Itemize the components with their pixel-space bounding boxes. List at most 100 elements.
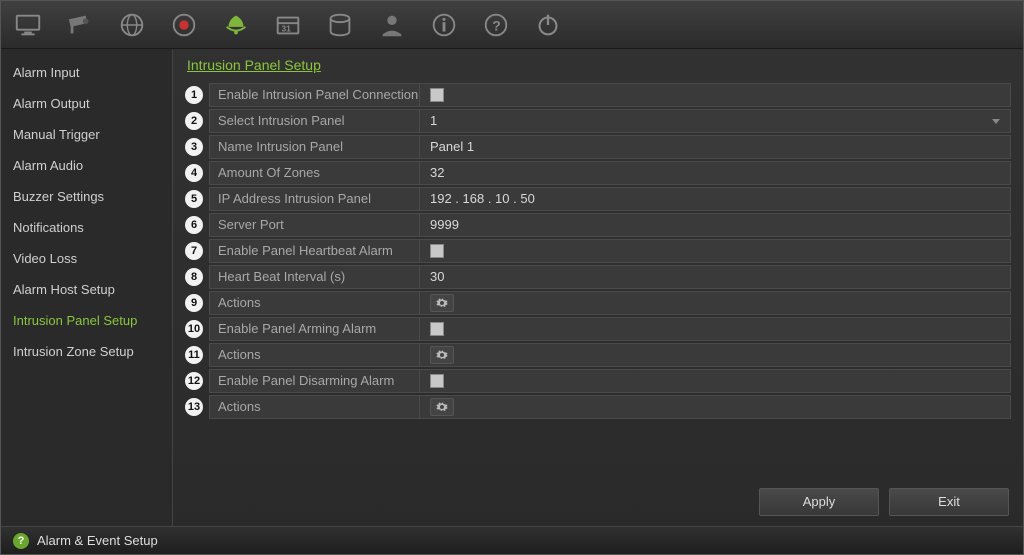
row-label: Actions bbox=[209, 291, 419, 315]
page-title: Intrusion Panel Setup bbox=[185, 57, 1011, 83]
app-window: 31 ? Alarm Input Alarm Output Manual Trigg… bbox=[0, 0, 1024, 555]
row-number-badge: 1 bbox=[185, 86, 203, 104]
exit-button[interactable]: Exit bbox=[889, 488, 1009, 516]
alarm-icon[interactable] bbox=[215, 6, 257, 44]
sidebar-item-label: Alarm Input bbox=[13, 65, 79, 80]
main-panel: Intrusion Panel Setup 1Enable Intrusion … bbox=[173, 49, 1023, 526]
sidebar-item-intrusion-zone-setup[interactable]: Intrusion Zone Setup bbox=[1, 336, 172, 367]
form-row: 11 Actions bbox=[185, 343, 1011, 367]
sidebar-item-intrusion-panel-setup[interactable]: Intrusion Panel Setup bbox=[1, 305, 172, 336]
row-value[interactable]: 192 . 168 . 10 . 50 bbox=[419, 187, 1011, 211]
camera-icon[interactable] bbox=[59, 6, 101, 44]
monitor-icon[interactable] bbox=[7, 6, 49, 44]
sidebar-item-alarm-input[interactable]: Alarm Input bbox=[1, 57, 172, 88]
row-value[interactable]: 1 bbox=[419, 109, 1011, 133]
power-icon[interactable] bbox=[527, 6, 569, 44]
form-row: 6 Server Port9999 bbox=[185, 213, 1011, 237]
sidebar-item-label: Manual Trigger bbox=[13, 127, 100, 142]
row-number-badge: 13 bbox=[185, 398, 203, 416]
row-value[interactable]: 9999 bbox=[419, 213, 1011, 237]
row-label: Amount Of Zones bbox=[209, 161, 419, 185]
sidebar: Alarm Input Alarm Output Manual Trigger Ala… bbox=[1, 49, 173, 526]
row-number-badge: 5 bbox=[185, 190, 203, 208]
sidebar-item-buzzer-settings[interactable]: Buzzer Settings bbox=[1, 181, 172, 212]
form-row: 7 Enable Panel Heartbeat Alarm bbox=[185, 239, 1011, 263]
storage-icon[interactable] bbox=[319, 6, 361, 44]
row-label: Name Intrusion Panel bbox=[209, 135, 419, 159]
gear-icon[interactable] bbox=[430, 294, 454, 312]
sidebar-item-label: Alarm Output bbox=[13, 96, 90, 111]
row-number-badge: 2 bbox=[185, 112, 203, 130]
globe-icon[interactable] bbox=[111, 6, 153, 44]
body: Alarm Input Alarm Output Manual Trigger Ala… bbox=[1, 49, 1023, 526]
row-label: Heart Beat Interval (s) bbox=[209, 265, 419, 289]
sidebar-item-label: Intrusion Panel Setup bbox=[13, 313, 137, 328]
row-number-badge: 9 bbox=[185, 294, 203, 312]
info-icon[interactable] bbox=[423, 6, 465, 44]
gear-icon[interactable] bbox=[430, 398, 454, 416]
sidebar-item-alarm-output[interactable]: Alarm Output bbox=[1, 88, 172, 119]
row-label: Select Intrusion Panel bbox=[209, 109, 419, 133]
checkbox[interactable] bbox=[430, 88, 444, 102]
row-value[interactable] bbox=[419, 239, 1011, 263]
record-icon[interactable] bbox=[163, 6, 205, 44]
row-value bbox=[419, 395, 1011, 419]
row-value[interactable] bbox=[419, 83, 1011, 107]
row-label: Actions bbox=[209, 343, 419, 367]
sidebar-item-video-loss[interactable]: Video Loss bbox=[1, 243, 172, 274]
svg-text:?: ? bbox=[492, 17, 501, 33]
sidebar-item-alarm-host-setup[interactable]: Alarm Host Setup bbox=[1, 274, 172, 305]
row-value[interactable] bbox=[419, 317, 1011, 341]
row-label: IP Address Intrusion Panel bbox=[209, 187, 419, 211]
row-label: Enable Panel Disarming Alarm bbox=[209, 369, 419, 393]
row-value bbox=[419, 343, 1011, 367]
checkbox[interactable] bbox=[430, 374, 444, 388]
row-number-badge: 4 bbox=[185, 164, 203, 182]
form-row: 4 Amount Of Zones32 bbox=[185, 161, 1011, 185]
row-value[interactable]: Panel 1 bbox=[419, 135, 1011, 159]
status-text: Alarm & Event Setup bbox=[37, 533, 158, 548]
sidebar-item-notifications[interactable]: Notifications bbox=[1, 212, 172, 243]
sidebar-item-manual-trigger[interactable]: Manual Trigger bbox=[1, 119, 172, 150]
schedule-icon[interactable]: 31 bbox=[267, 6, 309, 44]
svg-text:31: 31 bbox=[281, 23, 291, 33]
row-number-badge: 10 bbox=[185, 320, 203, 338]
user-icon[interactable] bbox=[371, 6, 413, 44]
form-row: 10 Enable Panel Arming Alarm bbox=[185, 317, 1011, 341]
row-number-badge: 8 bbox=[185, 268, 203, 286]
sidebar-item-alarm-audio[interactable]: Alarm Audio bbox=[1, 150, 172, 181]
row-label: Enable Panel Heartbeat Alarm bbox=[209, 239, 419, 263]
form-row: 1 Enable Intrusion Panel Connection bbox=[185, 83, 1011, 107]
form-row: 3Name Intrusion PanelPanel 1 bbox=[185, 135, 1011, 159]
sidebar-item-label: Notifications bbox=[13, 220, 84, 235]
sidebar-item-label: Video Loss bbox=[13, 251, 77, 266]
row-label: Enable Intrusion Panel Connection bbox=[209, 83, 419, 107]
status-help-icon: ? bbox=[13, 533, 29, 549]
row-label: Enable Panel Arming Alarm bbox=[209, 317, 419, 341]
row-number-badge: 11 bbox=[185, 346, 203, 364]
gear-icon[interactable] bbox=[430, 346, 454, 364]
form-row: 13 Actions bbox=[185, 395, 1011, 419]
row-label: Actions bbox=[209, 395, 419, 419]
checkbox[interactable] bbox=[430, 322, 444, 336]
status-bar: ? Alarm & Event Setup bbox=[1, 526, 1023, 554]
footer-buttons: Apply Exit bbox=[759, 488, 1009, 516]
checkbox[interactable] bbox=[430, 244, 444, 258]
form-row: 9 Actions bbox=[185, 291, 1011, 315]
form-row: 12Enable Panel Disarming Alarm bbox=[185, 369, 1011, 393]
sidebar-item-label: Alarm Host Setup bbox=[13, 282, 115, 297]
row-number-badge: 6 bbox=[185, 216, 203, 234]
form-row: 2 Select Intrusion Panel1 bbox=[185, 109, 1011, 133]
row-value[interactable]: 30 bbox=[419, 265, 1011, 289]
top-toolbar: 31 ? bbox=[1, 1, 1023, 49]
help-icon[interactable]: ? bbox=[475, 6, 517, 44]
row-label: Server Port bbox=[209, 213, 419, 237]
sidebar-item-label: Buzzer Settings bbox=[13, 189, 104, 204]
row-value[interactable]: 32 bbox=[419, 161, 1011, 185]
row-value bbox=[419, 291, 1011, 315]
form-row: 8 Heart Beat Interval (s)30 bbox=[185, 265, 1011, 289]
sidebar-item-label: Intrusion Zone Setup bbox=[13, 344, 134, 359]
row-value[interactable] bbox=[419, 369, 1011, 393]
apply-button[interactable]: Apply bbox=[759, 488, 879, 516]
row-number-badge: 7 bbox=[185, 242, 203, 260]
